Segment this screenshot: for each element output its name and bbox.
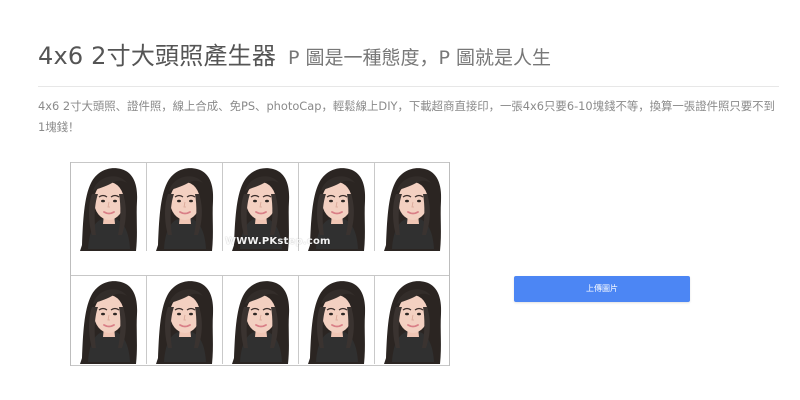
portrait-photo bbox=[375, 276, 449, 364]
page-root: 4x6 2寸大頭照產生器 P 圖是一種態度，P 圖就是人生 4x6 2寸大頭照、… bbox=[0, 0, 800, 400]
portrait-photo bbox=[147, 276, 223, 364]
portrait-photo bbox=[71, 163, 147, 251]
portrait-photo bbox=[375, 163, 449, 251]
photo-row-top bbox=[71, 163, 449, 251]
page-description: 4x6 2寸大頭照、證件照，線上合成、免PS、photoCap，輕鬆線上DIY，… bbox=[38, 99, 775, 134]
header-divider bbox=[38, 86, 779, 87]
upload-image-button[interactable]: 上傳圖片 bbox=[514, 276, 690, 302]
photo-row-bottom bbox=[71, 276, 449, 364]
page-subtitle: P 圖是一種態度，P 圖就是人生 bbox=[288, 47, 552, 69]
sheet-bottom-line bbox=[71, 365, 449, 366]
portrait-photo bbox=[223, 163, 299, 251]
portrait-photo bbox=[71, 276, 147, 364]
portrait-photo bbox=[299, 163, 375, 251]
portrait-photo bbox=[147, 163, 223, 251]
portrait-photo bbox=[299, 276, 375, 364]
portrait-photo bbox=[223, 276, 299, 364]
page-title: 4x6 2寸大頭照產生器 bbox=[38, 42, 277, 70]
photo-sheet-preview: WWW.PKstep.com bbox=[70, 162, 450, 366]
page-header: 4x6 2寸大頭照產生器 P 圖是一種態度，P 圖就是人生 bbox=[38, 36, 551, 71]
